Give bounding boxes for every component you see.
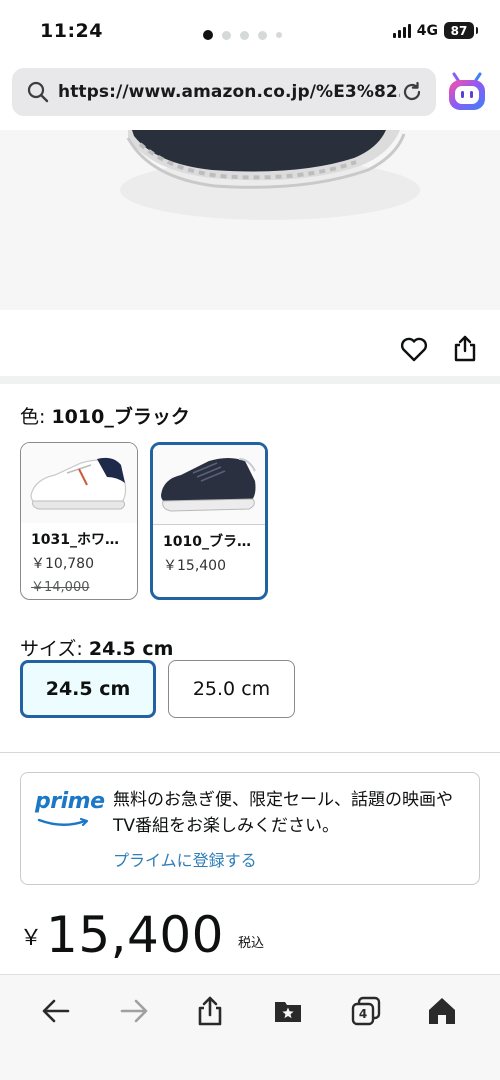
wishlist-heart-icon[interactable]	[400, 336, 428, 362]
prime-logo: prime	[35, 789, 105, 829]
price-amount: 15,400	[46, 906, 224, 964]
prime-promo-card: prime 無料のお急ぎ便、限定セール、話題の映画やTV番組をお楽しみください。…	[20, 772, 480, 885]
size-option-24-5[interactable]: 24.5 cm	[20, 660, 156, 718]
battery-level: 87	[450, 23, 468, 38]
product-price: ￥ 15,400 税込	[20, 906, 264, 976]
reload-icon[interactable]	[400, 80, 424, 104]
back-arrow-icon[interactable]	[40, 995, 72, 1027]
carousel-dot[interactable]	[222, 30, 231, 40]
share-page-icon[interactable]	[194, 995, 226, 1027]
url-text[interactable]: https://www.amazon.co.jp/%E3%82...	[58, 82, 400, 102]
carousel-dot[interactable]	[258, 30, 267, 40]
size-label-prefix: サイズ:	[20, 638, 89, 660]
search-icon	[27, 81, 49, 103]
battery-icon: 87	[444, 22, 478, 39]
size-label: サイズ: 24.5 cm	[20, 634, 173, 661]
assistant-extension-icon[interactable]	[446, 72, 488, 112]
swatch-price: ￥10,780	[31, 556, 94, 572]
prime-signup-link[interactable]: プライムに登録する	[113, 847, 257, 871]
size-selected-value: 24.5 cm	[88, 638, 174, 660]
home-icon[interactable]	[426, 995, 458, 1027]
section-separator	[0, 376, 500, 384]
white-shoe-image	[21, 443, 137, 523]
swatch-thumbnail	[153, 445, 265, 525]
price-tax-note: 税込	[237, 936, 264, 951]
swatch-list-price: ￥14,000	[31, 580, 90, 595]
product-image[interactable]	[0, 130, 500, 310]
tabs-count: 4	[358, 1007, 368, 1021]
carousel-dot[interactable]	[240, 30, 249, 40]
status-indicators: 4G 87	[392, 22, 478, 39]
price-currency: ￥	[20, 926, 43, 951]
prime-message: 無料のお急ぎ便、限定セール、話題の映画やTV番組をお楽しみください。	[113, 790, 453, 836]
swatch-price: ￥15,400	[163, 558, 226, 574]
network-type: 4G	[416, 22, 438, 39]
size-option-25-0[interactable]: 25.0 cm	[168, 660, 295, 718]
swatch-thumbnail	[21, 443, 137, 523]
color-selected-value: 1010_ブラック	[51, 406, 190, 428]
address-bar[interactable]: https://www.amazon.co.jp/%E3%82...	[12, 68, 436, 116]
prime-logo-text: prime	[35, 789, 105, 814]
color-option-black[interactable]: 1010_ブラ… ￥15,400	[150, 442, 268, 600]
image-carousel-dots[interactable]	[203, 30, 282, 40]
color-label-prefix: 色:	[20, 406, 52, 428]
color-option-white[interactable]: 1031_ホワ… ￥10,780 ￥14,000	[20, 442, 138, 600]
prime-smile-icon	[37, 817, 89, 827]
swatch-name: 1010_ブラ…	[163, 534, 251, 550]
color-label: 色: 1010_ブラック	[20, 402, 190, 429]
share-icon[interactable]	[452, 334, 478, 362]
carousel-dot[interactable]	[276, 32, 282, 38]
forward-arrow-icon[interactable]	[118, 995, 150, 1027]
swatch-name: 1031_ホワ…	[31, 532, 119, 548]
black-shoe-image	[153, 445, 265, 523]
shoe-image	[0, 130, 500, 310]
carousel-dot[interactable]	[203, 30, 213, 40]
signal-icon	[392, 23, 411, 38]
tabs-button[interactable]: 4	[350, 995, 382, 1027]
divider	[0, 752, 500, 753]
bookmarks-folder-icon[interactable]	[272, 995, 304, 1027]
status-time: 11:24	[40, 20, 103, 42]
browser-toolbar: 4	[0, 974, 500, 1080]
